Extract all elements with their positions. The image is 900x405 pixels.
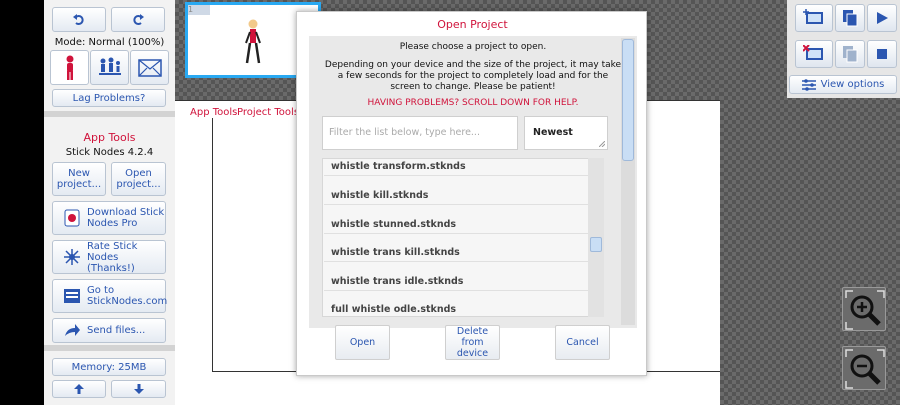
pro-badge-icon — [64, 209, 80, 227]
new-project-button[interactable]: New project... — [52, 162, 106, 196]
stop-icon — [877, 49, 887, 59]
divider — [324, 233, 589, 234]
view-options-label: View options — [820, 79, 885, 90]
lag-problems-button[interactable]: Lag Problems? — [52, 89, 166, 107]
sort-value: Newest — [533, 127, 573, 138]
arrow-up-icon — [74, 384, 84, 394]
delete-button[interactable]: Delete from device — [445, 325, 500, 360]
copy-frame-button[interactable] — [835, 4, 865, 32]
open-project-button[interactable]: Open project... — [111, 162, 166, 196]
copy-icon — [843, 10, 858, 27]
rate-button[interactable]: Rate Stick Nodes (Thanks!) — [52, 240, 166, 274]
list-item[interactable]: whistle trans idle.stknds — [331, 276, 463, 287]
rate-stickfigures-icon — [64, 249, 80, 265]
red-stickfigure-icon — [66, 55, 73, 80]
view-options-button[interactable]: View options — [789, 75, 897, 94]
zoom-in-icon — [845, 290, 885, 330]
play-button[interactable] — [867, 4, 897, 32]
scroll-up-button[interactable] — [52, 380, 106, 398]
stickfigure-thumbnail-icon — [245, 19, 261, 64]
send-files-button[interactable]: Send files... — [52, 318, 166, 343]
left-black-bar — [0, 0, 44, 405]
version-label: Stick Nodes 4.2.4 — [65, 147, 154, 158]
open-button[interactable]: Open — [335, 325, 390, 360]
delete-frame-button[interactable] — [795, 40, 833, 68]
zoom-out-icon — [845, 349, 885, 389]
redo-button[interactable] — [111, 7, 165, 32]
memory-indicator[interactable]: Memory: 25MB — [52, 358, 166, 376]
undo-icon — [73, 13, 84, 25]
list-item[interactable]: whistle kill.stknds — [331, 190, 428, 201]
add-frame-icon — [803, 9, 823, 24]
delete-frame-icon — [803, 45, 823, 60]
website-label: Go to StickNodes.com — [87, 285, 168, 307]
resize-grip-icon — [599, 141, 605, 147]
scroll-down-button[interactable] — [111, 380, 166, 398]
dialog-help-link[interactable]: HAVING PROBLEMS? SCROLL DOWN FOR HELP. — [323, 98, 623, 109]
divider — [324, 261, 589, 262]
dialog-title: Open Project — [437, 18, 508, 31]
list-item[interactable]: whistle transform.stknds — [331, 161, 466, 172]
list-item[interactable]: whistle stunned.stknds — [331, 219, 456, 230]
cancel-button[interactable]: Cancel — [555, 325, 610, 360]
mode-label: Mode: Normal (100%) — [54, 37, 165, 48]
envelope-image-icon — [137, 58, 162, 77]
dialog-prompt: Please choose a project to open. — [399, 42, 547, 52]
divider — [324, 175, 589, 176]
dialog-scrollbar-thumb[interactable] — [622, 39, 634, 161]
frame-number: 1 — [188, 5, 210, 15]
filter-input[interactable]: Filter the list below, type here... — [322, 116, 518, 150]
zoom-in-button[interactable] — [842, 287, 886, 331]
send-files-label: Send files... — [87, 325, 146, 336]
add-frame-button[interactable] — [795, 4, 833, 32]
paste-frame-button[interactable] — [835, 40, 865, 68]
redo-icon — [133, 13, 144, 25]
play-icon — [877, 12, 888, 24]
dialog-content[interactable]: Please choose a project to open. Dependi… — [309, 36, 637, 328]
paste-icon — [843, 46, 858, 63]
website-icon — [64, 289, 80, 303]
canvas-border-left — [212, 118, 213, 372]
app-root: Mode: Normal (100%) Lag Problems? App To… — [0, 0, 900, 405]
single-figure-mode-button[interactable] — [50, 50, 89, 85]
dialog-info: Depending on your device and the size of… — [324, 60, 622, 92]
left-panel: Mode: Normal (100%) Lag Problems? App To… — [44, 0, 175, 405]
project-list[interactable]: whistle transform.stknds whistle kill.st… — [322, 158, 604, 317]
stop-button[interactable] — [867, 40, 897, 68]
sort-dropdown[interactable]: Newest — [524, 116, 608, 150]
tab-project-tools[interactable]: Project Tools — [237, 107, 299, 118]
zoom-out-button[interactable] — [842, 346, 886, 390]
download-pro-label: Download Stick Nodes Pro — [87, 207, 165, 229]
website-button[interactable]: Go to StickNodes.com — [52, 279, 168, 313]
list-item[interactable]: full whistle odle.stknds — [331, 304, 456, 315]
list-scrollbar-thumb[interactable] — [590, 237, 602, 252]
tab-app-tools[interactable]: App Tools — [190, 107, 237, 118]
send-arrow-icon — [65, 323, 80, 336]
download-pro-button[interactable]: Download Stick Nodes Pro — [52, 201, 166, 235]
image-mode-button[interactable] — [130, 50, 169, 85]
multi-figure-mode-button[interactable] — [90, 50, 129, 85]
open-project-dialog: Open Project Please choose a project to … — [296, 11, 647, 376]
group-figures-icon — [98, 57, 121, 75]
arrow-down-icon — [133, 384, 144, 394]
undo-button[interactable] — [52, 7, 106, 32]
divider — [324, 290, 589, 291]
rate-label: Rate Stick Nodes (Thanks!) — [87, 240, 138, 274]
right-panel: View options — [787, 0, 900, 98]
sliders-icon — [801, 78, 816, 91]
app-tools-header: App Tools — [83, 131, 136, 144]
list-item[interactable]: whistle trans kill.stknds — [331, 247, 460, 258]
divider — [324, 204, 589, 205]
